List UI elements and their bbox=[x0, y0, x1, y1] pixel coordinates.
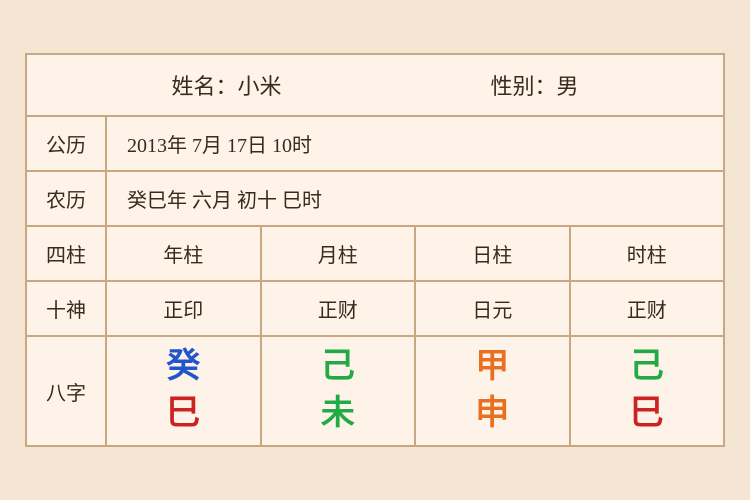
lunar-row: 农历 癸巳年 六月 初十 巳时 bbox=[27, 172, 723, 227]
bazhi-col-2: 甲 申 bbox=[416, 337, 571, 445]
main-container: 姓名：小米 性别：男 公历 2013年 7月 17日 10时 农历 癸巳年 六月… bbox=[25, 53, 725, 447]
bazhi-1-top: 己 bbox=[321, 347, 355, 388]
solar-row: 公历 2013年 7月 17日 10时 bbox=[27, 117, 723, 172]
lunar-value: 癸巳年 六月 初十 巳时 bbox=[107, 172, 723, 225]
bazhi-3-bottom: 巳 bbox=[630, 394, 664, 435]
bazhi-col-0: 癸 巳 bbox=[107, 337, 262, 445]
sizhu-col-0: 年柱 bbox=[107, 227, 262, 280]
sizhu-col-3: 时柱 bbox=[571, 227, 724, 280]
shishen-row: 十神 正印 正财 日元 正财 bbox=[27, 282, 723, 337]
shishen-col-1: 正财 bbox=[262, 282, 417, 335]
solar-label: 公历 bbox=[27, 117, 107, 170]
bazhi-col-1: 己 未 bbox=[262, 337, 417, 445]
sizhu-row: 四柱 年柱 月柱 日柱 时柱 bbox=[27, 227, 723, 282]
lunar-label: 农历 bbox=[27, 172, 107, 225]
bazhi-label: 八字 bbox=[27, 337, 107, 445]
bazhi-row: 八字 癸 巳 己 未 甲 申 己 巳 bbox=[27, 337, 723, 445]
bazhi-2-bottom: 申 bbox=[475, 394, 509, 435]
sizhu-col-2: 日柱 bbox=[416, 227, 571, 280]
solar-value: 2013年 7月 17日 10时 bbox=[107, 117, 723, 170]
gender-label: 性别：男 bbox=[490, 69, 578, 101]
bazhi-3-top: 己 bbox=[630, 347, 664, 388]
shishen-col-0: 正印 bbox=[107, 282, 262, 335]
shishen-label: 十神 bbox=[27, 282, 107, 335]
sizhu-label: 四柱 bbox=[27, 227, 107, 280]
bazhi-0-bottom: 巳 bbox=[166, 394, 200, 435]
name-label: 姓名：小米 bbox=[171, 69, 281, 101]
bazhi-col-3: 己 巳 bbox=[571, 337, 724, 445]
shishen-col-3: 正财 bbox=[571, 282, 724, 335]
header-row: 姓名：小米 性别：男 bbox=[27, 55, 723, 117]
bazhi-0-top: 癸 bbox=[166, 347, 200, 388]
sizhu-col-1: 月柱 bbox=[262, 227, 417, 280]
bazhi-1-bottom: 未 bbox=[321, 394, 355, 435]
shishen-col-2: 日元 bbox=[416, 282, 571, 335]
bazhi-2-top: 甲 bbox=[475, 347, 509, 388]
